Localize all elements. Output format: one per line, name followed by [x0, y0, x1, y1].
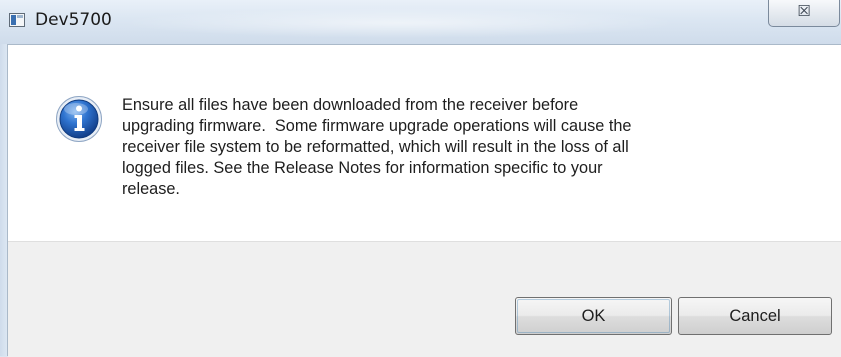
dialog-message: Ensure all files have been downloaded fr… — [122, 96, 632, 198]
window-frame-left — [0, 44, 7, 356]
title-bar-glow — [120, 8, 680, 38]
ok-button[interactable]: OK — [515, 297, 672, 335]
information-icon — [56, 96, 102, 142]
cancel-button[interactable]: Cancel — [678, 297, 832, 335]
close-button[interactable]: ☒ — [768, 0, 840, 27]
window-title: Dev5700 — [35, 10, 112, 30]
button-bar: OK Cancel — [8, 241, 841, 357]
dialog-body: Ensure all files have been downloaded fr… — [7, 44, 841, 357]
title-bar[interactable]: Dev5700 ☒ — [0, 0, 841, 44]
app-window-icon[interactable] — [9, 13, 25, 27]
close-icon: ☒ — [797, 2, 811, 20]
